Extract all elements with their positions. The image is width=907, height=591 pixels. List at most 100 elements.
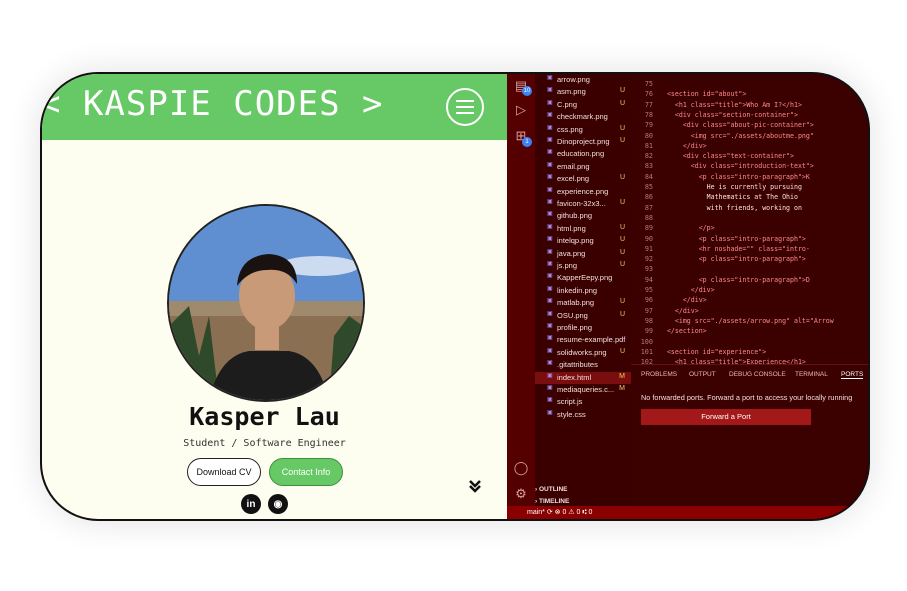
file-name: OSU.png bbox=[557, 310, 588, 320]
code-line: <div class="section-container"> bbox=[659, 110, 798, 119]
file-item[interactable]: ▣ matlab.png U bbox=[535, 297, 631, 309]
hamburger-menu-icon[interactable] bbox=[446, 88, 484, 126]
file-item[interactable]: ▣ experience.png bbox=[535, 186, 631, 198]
file-name: intelqp.png bbox=[557, 236, 594, 246]
code-line: <p class="intro-paragraph">D bbox=[659, 275, 810, 284]
file-item[interactable]: ▣ java.png U bbox=[535, 248, 631, 260]
extensions-badge: 1 bbox=[522, 137, 532, 147]
file-item[interactable]: ▣ email.png bbox=[535, 161, 631, 173]
line-number: 80 bbox=[644, 131, 653, 140]
file-name: script.js bbox=[557, 397, 583, 407]
account-icon[interactable]: ◯ bbox=[513, 460, 529, 476]
site-brand[interactable]: < KASPIE CODES > bbox=[42, 84, 384, 124]
file-type-icon: ▣ bbox=[547, 248, 553, 255]
settings-gear-icon[interactable]: ⚙ bbox=[513, 486, 529, 502]
file-type-icon: ▣ bbox=[547, 186, 553, 193]
tab-problems[interactable]: PROBLEMS bbox=[641, 371, 677, 378]
file-item[interactable]: ▣ css.png U bbox=[535, 124, 631, 136]
line-number: 99 bbox=[644, 327, 653, 336]
line-number: 78 bbox=[644, 110, 653, 119]
file-item[interactable]: ▣ github.png bbox=[535, 210, 631, 222]
outline-section[interactable]: › OUTLINE bbox=[535, 486, 631, 493]
contact-info-button[interactable]: Contact Info bbox=[269, 458, 343, 486]
file-item[interactable]: ▣ solidworks.png U bbox=[535, 347, 631, 359]
file-git-status: M bbox=[619, 385, 625, 392]
file-name: .gitattributes bbox=[557, 360, 598, 370]
file-item[interactable]: ▣ Dinoproject.png U bbox=[535, 136, 631, 148]
file-type-icon: ▣ bbox=[547, 87, 553, 94]
file-name: email.png bbox=[557, 161, 590, 171]
timeline-section[interactable]: › TIMELINE bbox=[535, 498, 631, 505]
code-line: </div> bbox=[659, 306, 699, 315]
file-item[interactable]: ▣ index.html M bbox=[535, 371, 631, 384]
branch-status[interactable]: main* ⟳ ⊗ 0 ⚠ 0 ⑆ 0 bbox=[527, 508, 592, 516]
line-number: 93 bbox=[644, 265, 653, 274]
file-item[interactable]: ▣ KapperEepy.png bbox=[535, 272, 631, 284]
code-line: <p class="intro-paragraph"> bbox=[659, 234, 806, 243]
file-item[interactable]: ▣ OSU.png U bbox=[535, 310, 631, 322]
run-debug-icon[interactable]: ▷ bbox=[513, 102, 529, 118]
file-item[interactable]: ▣ linkedin.png bbox=[535, 285, 631, 297]
file-type-icon: ▣ bbox=[547, 149, 553, 156]
file-item[interactable]: ▣ favicon-32x3... U bbox=[535, 198, 631, 210]
file-name: solidworks.png bbox=[557, 347, 607, 357]
file-git-status: U bbox=[619, 298, 625, 306]
file-item[interactable]: ▣ script.js bbox=[535, 396, 631, 408]
file-item[interactable]: ▣ asm.png U bbox=[535, 86, 631, 98]
file-type-icon: ▣ bbox=[547, 75, 553, 81]
outline-label: OUTLINE bbox=[538, 486, 568, 493]
line-number: 89 bbox=[644, 224, 653, 233]
tab-terminal[interactable]: TERMINAL bbox=[795, 371, 828, 378]
forward-port-button[interactable]: Forward a Port bbox=[641, 409, 811, 425]
tab-ports[interactable]: PORTS bbox=[841, 371, 864, 379]
tab-debug-console[interactable]: DEBUG CONSOLE bbox=[729, 371, 786, 378]
line-number: 92 bbox=[644, 255, 653, 264]
line-number: 94 bbox=[644, 275, 653, 284]
file-item[interactable]: ▣ C.png U bbox=[535, 99, 631, 111]
file-name: github.png bbox=[557, 211, 593, 221]
file-name: java.png bbox=[557, 248, 586, 258]
line-number: 96 bbox=[644, 296, 653, 305]
file-git-status: U bbox=[619, 99, 625, 107]
file-item[interactable]: ▣ mediaqueries.c... M bbox=[535, 384, 631, 396]
line-number: 101 bbox=[640, 347, 653, 356]
file-git-status: U bbox=[619, 248, 625, 256]
file-type-icon: ▣ bbox=[547, 347, 553, 354]
file-item[interactable]: ▣ .gitattributes bbox=[535, 359, 631, 371]
file-type-icon: ▣ bbox=[547, 236, 553, 243]
file-item[interactable]: ▣ style.css bbox=[535, 409, 631, 421]
file-git-status: U bbox=[619, 124, 625, 132]
profile-photo bbox=[167, 204, 365, 402]
file-item[interactable]: ▣ profile.png bbox=[535, 322, 631, 334]
file-item[interactable]: ▣ resume-example.pdf bbox=[535, 334, 631, 346]
file-type-icon: ▣ bbox=[547, 372, 553, 379]
file-item[interactable]: ▣ html.png U bbox=[535, 223, 631, 235]
download-cv-button[interactable]: Download CV bbox=[187, 458, 261, 486]
code-line: </section> bbox=[659, 327, 707, 336]
file-item[interactable]: ▣ js.png U bbox=[535, 260, 631, 272]
github-icon[interactable]: ◉ bbox=[268, 494, 288, 514]
file-item[interactable]: ▣ excel.png U bbox=[535, 173, 631, 185]
tab-output[interactable]: OUTPUT bbox=[689, 371, 716, 378]
file-type-icon: ▣ bbox=[547, 112, 553, 119]
code-line: </div> bbox=[659, 141, 707, 150]
file-item[interactable]: ▣ intelqp.png U bbox=[535, 235, 631, 247]
file-item[interactable]: ▣ arrow.png bbox=[535, 74, 631, 86]
file-type-icon: ▣ bbox=[547, 397, 553, 404]
file-name: html.png bbox=[557, 223, 586, 233]
file-name: excel.png bbox=[557, 174, 590, 184]
file-item[interactable]: ▣ education.png bbox=[535, 148, 631, 160]
file-type-icon: ▣ bbox=[547, 285, 553, 292]
scroll-down-chevron-icon[interactable] bbox=[467, 478, 483, 494]
linkedin-icon[interactable]: in bbox=[241, 494, 261, 514]
ports-message: No forwarded ports. Forward a port to ac… bbox=[641, 393, 853, 402]
file-name: Dinoproject.png bbox=[557, 137, 610, 146]
file-type-icon: ▣ bbox=[547, 360, 553, 367]
file-item[interactable]: ▣ checkmark.png bbox=[535, 111, 631, 123]
code-line: </div> bbox=[659, 286, 715, 294]
line-number: 77 bbox=[644, 100, 653, 109]
bottom-panel: PROBLEMS OUTPUT DEBUG CONSOLE TERMINAL P… bbox=[631, 364, 868, 515]
file-git-status: U bbox=[619, 347, 625, 355]
file-type-icon: ▣ bbox=[547, 261, 553, 267]
code-area[interactable]: <section id="about"> <h1 class="title">W… bbox=[659, 74, 868, 374]
